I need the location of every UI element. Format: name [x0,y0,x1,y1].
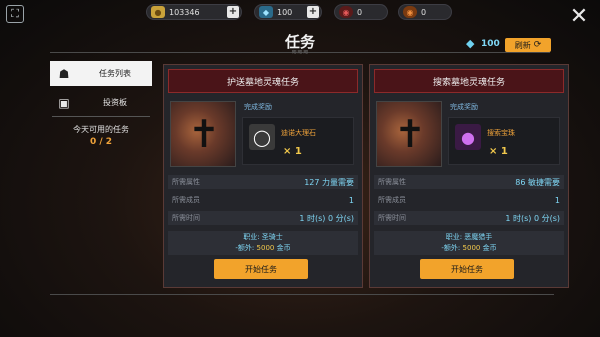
tab-investment-board-label: 投资板 [103,98,127,107]
red-token-resource: ◉ 0 [334,4,388,20]
bonus-unit: 金币 [482,244,497,252]
available-quests-count: 0 / 2 [89,137,113,147]
required-attribute-row: 所需属性 86 敏捷需要 [374,175,564,189]
quest-list-icon: ☗ [58,66,70,81]
orange-token-resource: ◉ 0 [398,4,452,20]
orange-token-value: 0 [421,7,427,17]
bonus-prefix: -额外: [441,244,461,252]
reward-item-qty: × 1 [489,146,508,157]
available-quests-label: 今天可用的任务 [73,125,129,134]
required-time-label: 所需时间 [378,214,406,222]
quest-card: 护送墓地灵魂任务 ✝ 完成奖励 ◯ 迪诺大理石 × 1 所需属性 127 力量需… [163,64,363,288]
marble-ring-icon: ◯ [249,124,275,150]
bonus-value: 5000 [462,244,481,252]
tab-quest-list-label: 任务列表 [99,69,131,78]
top-bar: ⛶ ● 103346 + ◆ 100 + ◉ 0 ◉ 0 ✕ [0,0,600,28]
tab-investment-board[interactable]: ▣ 投资板 [50,90,152,115]
required-members-value: 1 [554,195,560,205]
required-members-row: 所需成员 1 [168,193,358,207]
crystal-icon: ◆ [259,6,273,18]
crystal-value: 100 [277,7,293,17]
title-ornament-icon: ≋≋≋ [291,48,309,56]
refresh-label: 刷新 [514,40,531,50]
red-token-value: 0 [357,7,363,17]
job-label: 职业: 恶魔猎手 [445,233,493,241]
required-members-value: 1 [348,195,354,205]
quest-title: 护送墓地灵魂任务 [168,69,358,93]
tab-quest-list[interactable]: ☗ 任务列表 [50,61,152,86]
required-members-label: 所需成员 [172,196,200,204]
red-token-icon: ◉ [339,6,353,18]
job-requirement: 职业: 恶魔猎手 -额外: 5000 金币 [374,231,564,255]
required-time-row: 所需时间 1 时(s) 0 分(s) [168,211,358,225]
reward-item-name: 迪诺大理石 [281,129,316,137]
bonus-line: -额外: 5000 金币 [168,243,358,254]
investment-board-icon: ▣ [58,95,70,110]
quest-image: ✝ [376,101,442,167]
gold-resource: ● 103346 + [146,4,242,20]
bonus-line: -额外: 5000 金币 [374,243,564,254]
reward-label: 完成奖励 [244,103,272,111]
reward-item-name: 搜索宝珠 [487,129,515,137]
crystal-resource: ◆ 100 + [254,4,322,20]
required-attribute-label: 所需属性 [378,178,406,186]
bottom-divider [50,294,554,295]
required-attribute-label: 所需属性 [172,178,200,186]
job-label: 职业: 圣骑士 [243,233,283,241]
reward-box: ● 搜索宝珠 × 1 [448,117,560,165]
fullscreen-toggle-icon[interactable]: ⛶ [6,5,24,23]
close-icon[interactable]: ✕ [568,6,590,28]
quest-title: 搜索墓地灵魂任务 [374,69,564,93]
required-time-label: 所需时间 [172,214,200,222]
start-quest-button[interactable]: 开始任务 [214,259,308,279]
bonus-prefix: -额外: [235,244,255,252]
bonus-unit: 金币 [276,244,291,252]
search-orb-icon: ● [455,124,481,150]
grave-cross-icon: ✝ [188,112,220,156]
diamond-icon: ◆ [466,37,475,50]
required-time-value: 1 时(s) 0 分(s) [505,213,560,223]
required-time-value: 1 时(s) 0 分(s) [299,213,354,223]
quest-card: 搜索墓地灵魂任务 ✝ 完成奖励 ● 搜索宝珠 × 1 所需属性 86 敏捷需要 … [369,64,569,288]
diamond-value: 100 [481,39,500,49]
gold-value: 103346 [169,7,200,17]
sidebar-divider [52,116,150,117]
job-requirement: 职业: 圣骑士 -额外: 5000 金币 [168,231,358,255]
required-attribute-value: 127 力量需要 [304,177,354,187]
required-attribute-row: 所需属性 127 力量需要 [168,175,358,189]
grave-cross-icon: ✝ [394,112,426,156]
quest-image: ✝ [170,101,236,167]
orange-token-icon: ◉ [403,6,417,18]
required-members-label: 所需成员 [378,196,406,204]
bonus-value: 5000 [256,244,275,252]
refresh-icon: ⟳ [533,40,542,50]
add-gold-button[interactable]: + [227,6,239,18]
add-crystal-button[interactable]: + [307,6,319,18]
reward-item-qty: × 1 [283,146,302,157]
reward-label: 完成奖励 [450,103,478,111]
diamond-counter: ◆ 100 [466,37,500,50]
required-time-row: 所需时间 1 时(s) 0 分(s) [374,211,564,225]
reward-box: ◯ 迪诺大理石 × 1 [242,117,354,165]
gold-coin-icon: ● [151,6,165,18]
start-quest-button[interactable]: 开始任务 [420,259,514,279]
required-members-row: 所需成员 1 [374,193,564,207]
refresh-button[interactable]: 刷新 ⟳ [505,38,551,52]
required-attribute-value: 86 敏捷需要 [515,177,560,187]
